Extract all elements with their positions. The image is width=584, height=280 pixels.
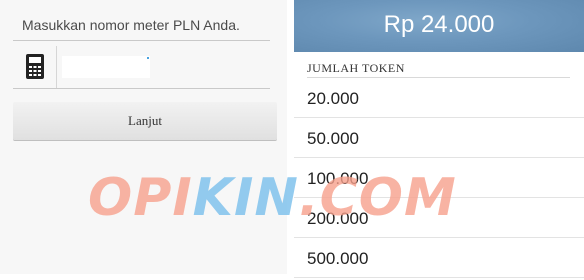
next-button[interactable]: Lanjut — [13, 102, 277, 141]
input-separator — [56, 46, 57, 88]
token-option-20000[interactable]: 20.000 — [294, 78, 584, 118]
token-price-panel: Rp 24.000 JUMLAH TOKEN 20.000 50.000 100… — [294, 0, 584, 278]
input-underline — [13, 88, 270, 89]
token-option-50000[interactable]: 50.000 — [294, 118, 584, 158]
token-section-label: JUMLAH TOKEN — [307, 61, 405, 75]
token-option-200000[interactable]: 200.000 — [294, 198, 584, 238]
prompt-underline — [13, 40, 270, 41]
meter-prompt-text: Masukkan nomor meter PLN Anda. — [22, 17, 240, 33]
token-list: 20.000 50.000 100.000 200.000 500.000 — [294, 78, 584, 278]
meter-form-panel: Masukkan nomor meter PLN Anda. Lanjut — [0, 0, 287, 274]
panel-divider — [287, 0, 294, 274]
price-amount: Rp 24.000 — [294, 0, 584, 52]
token-option-100000[interactable]: 100.000 — [294, 158, 584, 198]
meter-number-input[interactable] — [62, 56, 150, 78]
input-cursor — [147, 57, 149, 59]
token-option-500000[interactable]: 500.000 — [294, 238, 584, 278]
meter-icon — [26, 54, 44, 79]
